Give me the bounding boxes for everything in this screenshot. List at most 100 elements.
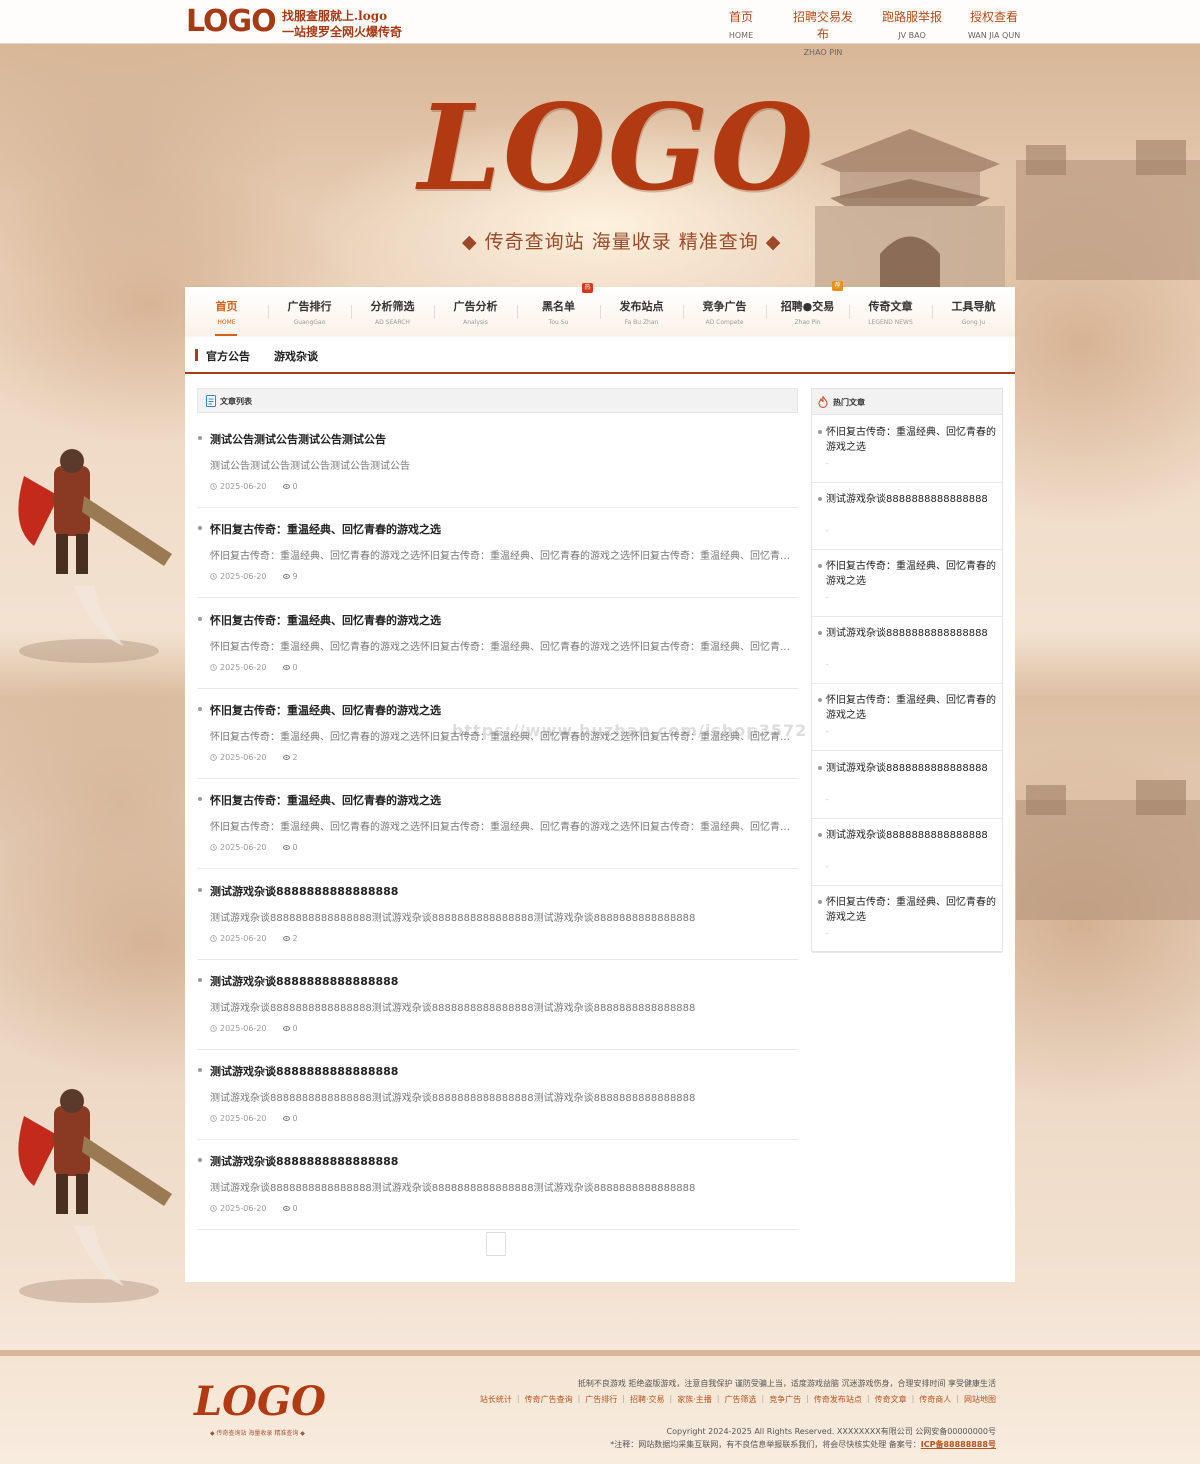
footer-link[interactable]: 网站地图: [964, 1394, 996, 1405]
article-title[interactable]: 测试公告测试公告测试公告测试公告: [210, 431, 386, 447]
footer-link[interactable]: 广告排行: [585, 1394, 617, 1405]
bullet-dot: [818, 698, 822, 703]
article-summary: 测试游戏杂谈8888888888888888测试游戏杂谈888888888888…: [210, 1002, 696, 1014]
footer-link[interactable]: 竞争广告: [769, 1394, 801, 1405]
footer-link[interactable]: 传奇广告查询: [525, 1394, 573, 1405]
hot-article-title[interactable]: 测试游戏杂谈8888888888888888: [826, 626, 996, 641]
nav-item-ad-analysis[interactable]: 广告分析 Analysis: [434, 287, 517, 336]
top-nav-report[interactable]: 跑路服举报 JV BAO: [882, 8, 942, 57]
article-title[interactable]: 怀旧复古传奇：重温经典、回忆青春的游戏之选: [210, 521, 441, 537]
article-row[interactable]: 测试游戏杂谈8888888888888888 测试游戏杂谈888888888888…: [197, 1140, 798, 1231]
nav-item-tools[interactable]: 工具导航 Gong Ju: [932, 287, 1015, 336]
hot-article-item[interactable]: 怀旧复古传奇：重温经典、回忆青春的游戏之选 -: [812, 886, 1002, 953]
nav-label: 发布站点: [619, 300, 664, 313]
document-icon: [206, 395, 216, 407]
top-nav-auth[interactable]: 授权查看 WAN JIA QUN: [964, 8, 1024, 57]
icp-link[interactable]: ICP备88888888号: [921, 1440, 996, 1449]
nav-item-publish-site[interactable]: 发布站点 Fa Bu Zhan: [600, 287, 683, 336]
nav-item-ad-ranking[interactable]: 广告排行 GuangGao: [268, 287, 351, 336]
article-row[interactable]: 怀旧复古传奇：重温经典、回忆青春的游戏之选 怀旧复古传奇：重温经典、回忆青春的游戏…: [197, 779, 798, 870]
article-date: 2025-06-20: [220, 1114, 267, 1124]
article-views: 0: [282, 482, 298, 491]
nav-item-filter[interactable]: 分析筛选 AD SEARCH: [351, 287, 434, 336]
article-row[interactable]: 测试游戏杂谈8888888888888888 测试游戏杂谈888888888888…: [197, 1050, 798, 1141]
hot-article-title[interactable]: 测试游戏杂谈8888888888888888: [826, 492, 996, 507]
article-row[interactable]: 测试游戏杂谈8888888888888888 测试游戏杂谈888888888888…: [197, 960, 798, 1050]
footer-link[interactable]: 招聘·交易: [630, 1394, 665, 1405]
top-nav-sublabel: WAN JIA QUN: [967, 31, 1021, 40]
top-nav-recruit[interactable]: 招聘交易发布 ZHAO PIN: [792, 8, 854, 57]
hot-article-item[interactable]: 测试游戏杂谈8888888888888888 -: [812, 483, 1002, 551]
hot-article-meta: -: [826, 728, 829, 737]
article-title[interactable]: 怀旧复古传奇：重温经典、回忆青春的游戏之选: [210, 792, 441, 808]
hot-article-item[interactable]: 怀旧复古传奇：重温经典、回忆青春的游戏之选 -: [812, 550, 1002, 618]
hot-article-item[interactable]: 怀旧复古传奇：重温经典、回忆青春的游戏之选 -: [812, 416, 1002, 483]
bullet-dot: [198, 977, 202, 982]
view-count: 2: [292, 933, 298, 943]
hot-article-item[interactable]: 怀旧复古传奇：重温经典、回忆青春的游戏之选 -: [812, 684, 1002, 752]
hot-badge: 热: [582, 283, 593, 293]
footer-link-separator: |: [956, 1394, 959, 1403]
article-row[interactable]: 测试游戏杂谈8888888888888888 测试游戏杂谈888888888888…: [197, 870, 798, 960]
nav-label: 分析筛选: [370, 300, 415, 313]
clock-icon: [210, 1024, 217, 1032]
clock-icon: [210, 483, 217, 490]
hot-article-title[interactable]: 怀旧复古传奇：重温经典、回忆青春的游戏之选: [826, 693, 996, 723]
hot-article-title[interactable]: 怀旧复古传奇：重温经典、回忆青春的游戏之选: [826, 895, 996, 925]
article-title[interactable]: 测试游戏杂谈8888888888888888: [210, 1153, 398, 1169]
nav-label: 传奇文章: [868, 300, 913, 313]
footer: LOGO ◆ 传奇查询站 海量收录 精准查询 ◆ 抵制不良游戏 拒绝盗版游戏，注…: [0, 1350, 1200, 1464]
eye-icon: [282, 664, 290, 670]
site-logo[interactable]: LOGO: [186, 4, 277, 39]
bullet-dot: [198, 797, 202, 802]
footer-link-separator: |: [577, 1394, 581, 1403]
article-title[interactable]: 测试游戏杂谈8888888888888888: [210, 883, 398, 899]
tab-game-talk[interactable]: 游戏杂谈: [274, 348, 318, 364]
eye-icon: [282, 845, 290, 851]
article-views: 0: [282, 663, 298, 672]
article-title[interactable]: 怀旧复古传奇：重温经典、回忆青春的游戏之选: [210, 702, 441, 718]
bullet-dot: [818, 430, 822, 434]
pagination-box[interactable]: [486, 1232, 506, 1256]
hot-article-item[interactable]: 测试游戏杂谈8888888888888888 -: [812, 752, 1002, 819]
bullet-dot: [198, 1158, 202, 1163]
footer-link[interactable]: 家族·主播: [677, 1394, 712, 1405]
footer-copyright: Copyright 2024-2025 All Rights Reserved.…: [666, 1427, 996, 1436]
footer-link[interactable]: 广告筛选: [724, 1394, 756, 1405]
hot-article-item[interactable]: 测试游戏杂谈8888888888888888 -: [812, 617, 1002, 685]
tab-official-notice[interactable]: 官方公告: [206, 348, 250, 364]
top-nav-home[interactable]: 首页 HOME: [700, 8, 782, 57]
top-nav-sublabel: HOME: [728, 31, 754, 40]
article-title[interactable]: 怀旧复古传奇：重温经典、回忆青春的游戏之选: [210, 612, 441, 628]
article-title[interactable]: 测试游戏杂谈8888888888888888: [210, 973, 398, 989]
nav-item-home[interactable]: 首页 HOME: [185, 287, 268, 336]
article-date: 2025-06-20: [220, 752, 267, 762]
subtab-marker: [195, 349, 198, 361]
article-row[interactable]: 测试公告测试公告测试公告测试公告 测试公告测试公告测试公告测试公告测试公告 2025…: [197, 418, 798, 508]
hot-article-title[interactable]: 测试游戏杂谈8888888888888888: [826, 828, 996, 843]
top-nav-label: 跑路服举报: [882, 10, 943, 24]
hot-article-title[interactable]: 测试游戏杂谈8888888888888888: [826, 761, 996, 776]
hot-article-item[interactable]: 测试游戏杂谈8888888888888888 -: [812, 819, 1002, 886]
nav-item-compete-ad[interactable]: 竞争广告 AD Compete: [683, 287, 766, 336]
footer-link[interactable]: 站长统计: [480, 1394, 512, 1405]
nav-item-recruit-trade[interactable]: 招聘●交易 Zhao Pin: [766, 287, 849, 336]
article-row[interactable]: 怀旧复古传奇：重温经典、回忆青春的游戏之选 怀旧复古传奇：重温经典、回忆青春的游戏…: [197, 508, 798, 599]
article-date: 2025-06-20: [220, 572, 267, 582]
hot-articles-panel: 热门文章 怀旧复古传奇：重温经典、回忆青春的游戏之选 - 测试游戏杂谈8888888…: [811, 388, 1003, 953]
warrior-illustration-lower: [18, 1089, 172, 1303]
nav-sublabel: GuangGao: [293, 319, 326, 326]
nav-item-legend-news[interactable]: 传奇文章 LEGEND NEWS: [849, 287, 932, 336]
footer-link-separator: |: [669, 1394, 673, 1403]
footer-link[interactable]: 传奇发布站点: [814, 1394, 862, 1405]
article-row[interactable]: 怀旧复古传奇：重温经典、回忆青春的游戏之选 怀旧复古传奇：重温经典、回忆青春的游戏…: [197, 599, 798, 689]
nav-item-blacklist[interactable]: 黑名单 Tou Su: [517, 287, 600, 336]
footer-link[interactable]: 传奇文章: [875, 1394, 907, 1405]
article-title[interactable]: 测试游戏杂谈8888888888888888: [210, 1063, 398, 1079]
footer-link[interactable]: 传奇商人: [919, 1394, 951, 1405]
hot-article-title[interactable]: 怀旧复古传奇：重温经典、回忆青春的游戏之选: [826, 425, 996, 455]
clock-icon: [210, 934, 217, 942]
hot-article-title[interactable]: 怀旧复古传奇：重温经典、回忆青春的游戏之选: [826, 559, 996, 589]
recommend-badge: 荐: [832, 281, 843, 291]
clock-icon: [210, 1115, 217, 1122]
